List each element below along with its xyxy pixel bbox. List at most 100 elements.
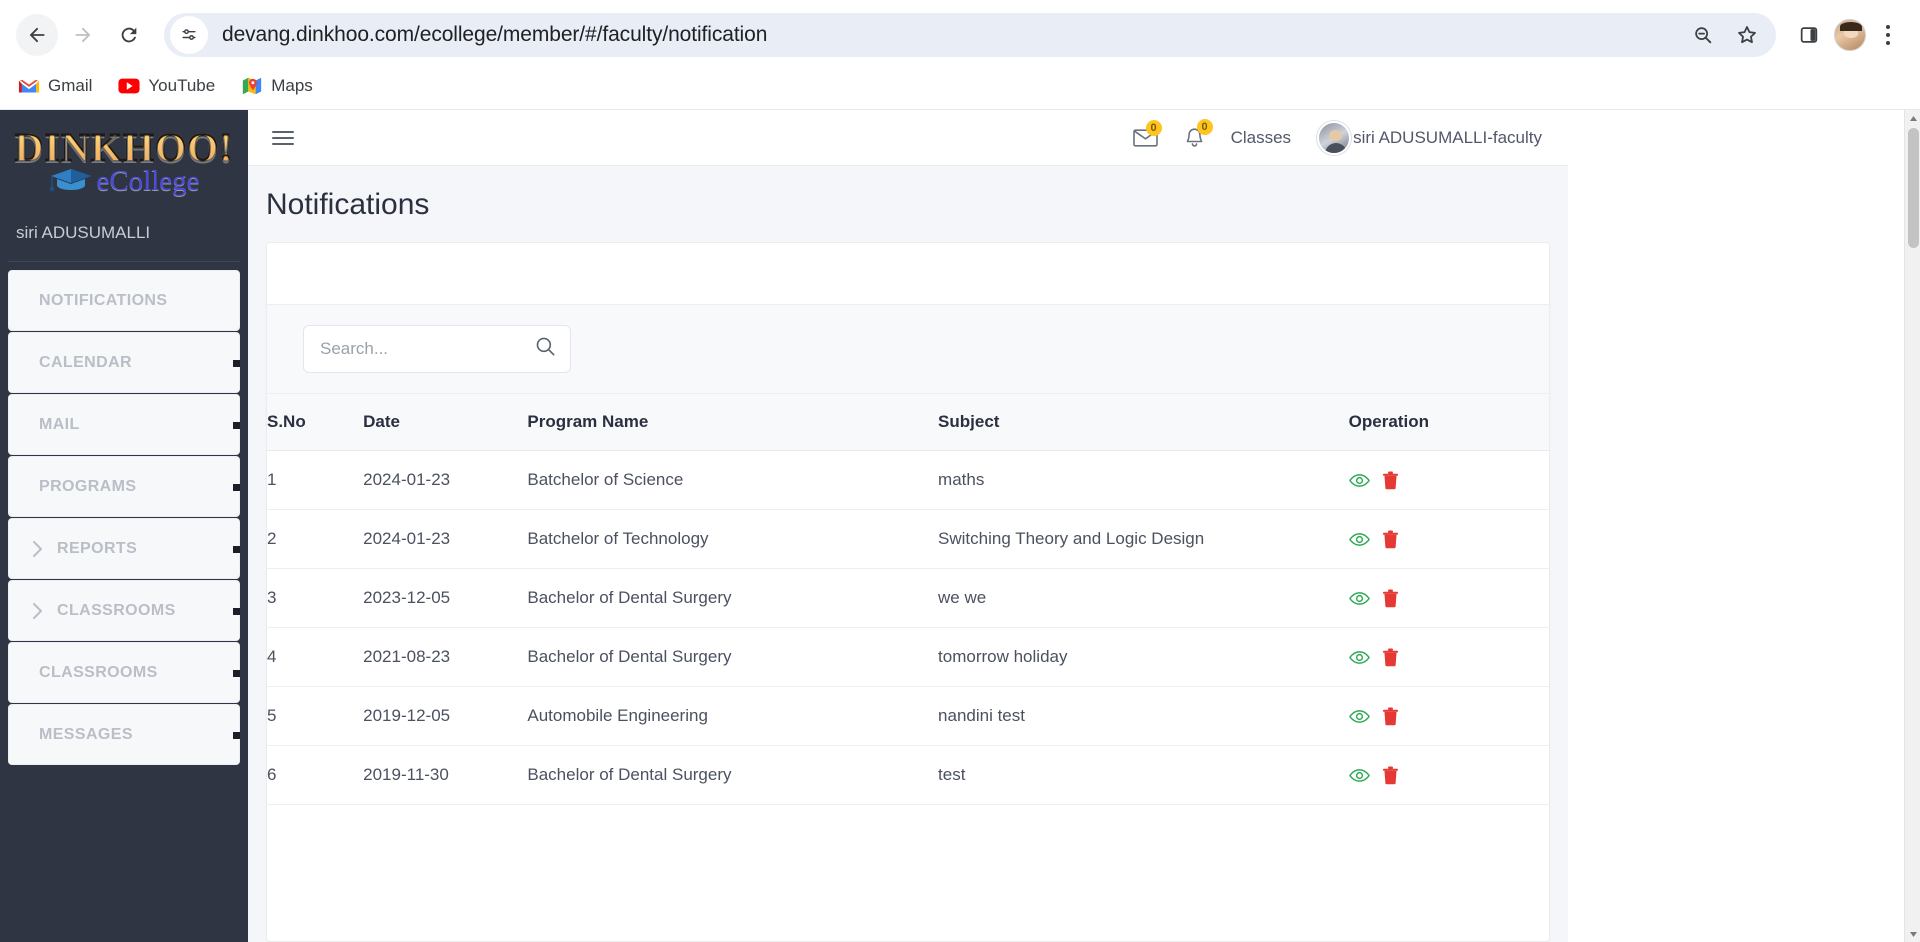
search-input[interactable]: [320, 339, 535, 359]
cell-sno: 5: [267, 686, 364, 746]
cell-program: Bachelor of Dental Surgery: [527, 568, 939, 628]
site-settings-icon: [182, 29, 196, 40]
gmail-icon: [18, 75, 40, 97]
user-menu-label: siri ADUSUMALLI-faculty: [1353, 127, 1542, 147]
trash-icon[interactable]: [1382, 766, 1399, 785]
sidebar-item-label: REPORTS: [57, 539, 138, 557]
forward-arrow-icon: [75, 27, 91, 43]
app-logo[interactable]: DINKHOO! eCollege: [0, 110, 248, 207]
cell-program: Batchelor of Technology: [527, 509, 939, 569]
sidebar-item-notifications[interactable]: NOTIFICATIONS: [8, 270, 240, 331]
table-row: 4 2021-08-23 Bachelor of Dental Surgery …: [267, 627, 1549, 687]
zoom-out-icon: [1695, 27, 1712, 44]
hamburger-icon[interactable]: [272, 130, 294, 145]
logo-wordmark: DINKHOO!: [13, 125, 234, 170]
back-button[interactable]: [16, 14, 58, 56]
cell-date: 2019-11-30: [363, 745, 528, 805]
bookmark-youtube[interactable]: YouTube: [118, 75, 215, 97]
chevron-right-icon: [31, 540, 45, 558]
user-menu[interactable]: siri ADUSUMALLI-faculty: [1317, 120, 1542, 155]
table-row: 3 2023-12-05 Bachelor of Dental Surgery …: [267, 568, 1549, 628]
cell-date: 2023-12-05: [363, 568, 528, 628]
notifications-button[interactable]: 0: [1184, 118, 1213, 149]
search-box[interactable]: [303, 325, 571, 373]
sidebar-item-messages[interactable]: MESSAGES: [8, 704, 240, 765]
cell-subject: maths: [938, 450, 1349, 510]
sidebar-item-calendar[interactable]: CALENDAR: [8, 332, 240, 393]
eye-icon[interactable]: [1348, 768, 1370, 783]
logo-ecollege-text: eCollege: [96, 165, 200, 197]
bookmark-gmail[interactable]: Gmail: [18, 75, 92, 97]
cell-operation: [1348, 568, 1549, 628]
zoom-out-button[interactable]: [1684, 16, 1722, 54]
trash-icon[interactable]: [1382, 471, 1399, 490]
sidebar-item-label: CALENDAR: [39, 353, 132, 371]
bookmark-maps[interactable]: Maps: [241, 75, 313, 97]
sidebar-item-reports[interactable]: REPORTS: [8, 518, 240, 579]
page-title: Notifications: [266, 188, 430, 221]
browser-viewport: DINKHOO! eCollege siri ADUSUMALLI NOTIFI…: [0, 110, 1920, 942]
column-header-date: Date: [363, 394, 528, 451]
browser-chrome: devang.dinkhoo.com/ecollege/member/#/fac…: [0, 0, 1920, 110]
scroll-down-arrow-icon[interactable]: [1905, 926, 1920, 942]
cell-sno: 3: [267, 568, 364, 628]
side-panel-button[interactable]: [1790, 16, 1828, 54]
cell-sno: 4: [267, 627, 364, 687]
notifications-table: S.No Date Program Name Subject Operation…: [267, 394, 1549, 805]
eye-icon[interactable]: [1348, 709, 1370, 724]
sidebar-item-label: MESSAGES: [39, 725, 133, 743]
cell-date: 2019-12-05: [363, 686, 528, 746]
cell-operation: [1348, 745, 1549, 805]
scroll-up-arrow-icon[interactable]: [1905, 110, 1920, 126]
trash-icon[interactable]: [1382, 648, 1399, 667]
eye-icon[interactable]: [1348, 473, 1370, 488]
trash-icon[interactable]: [1382, 589, 1399, 608]
sidebar-item-label: PROGRAMS: [39, 477, 137, 495]
profile-avatar[interactable]: [1834, 19, 1866, 51]
cell-program: Batchelor of Science: [527, 450, 939, 510]
bookmark-button[interactable]: [1728, 16, 1766, 54]
url-text[interactable]: devang.dinkhoo.com/ecollege/member/#/fac…: [208, 23, 1684, 47]
cell-sno: 6: [267, 745, 364, 805]
sidebar-item-classrooms-group[interactable]: CLASSROOMS: [8, 580, 240, 641]
sidebar-item-programs[interactable]: PROGRAMS: [8, 456, 240, 517]
bookmark-label: YouTube: [148, 76, 216, 95]
column-header-sno: S.No: [267, 394, 364, 451]
table-header-row: S.No Date Program Name Subject Operation: [267, 394, 1549, 451]
maps-icon: [241, 75, 263, 97]
row-actions: [1348, 530, 1539, 549]
classes-link[interactable]: Classes: [1231, 128, 1291, 148]
scrollbar-thumb[interactable]: [1908, 128, 1919, 248]
row-actions: [1348, 471, 1539, 490]
notifications-card: S.No Date Program Name Subject Operation…: [266, 242, 1550, 942]
three-dot-menu-icon[interactable]: [1872, 14, 1904, 56]
cell-sno: 1: [267, 450, 364, 510]
sidebar-scrollbar[interactable]: [233, 308, 240, 838]
table-row: 2 2024-01-23 Batchelor of Technology Swi…: [267, 509, 1549, 569]
bookmark-label: Maps: [271, 76, 313, 95]
user-avatar: [1317, 120, 1352, 155]
sidebar-item-classrooms[interactable]: CLASSROOMS: [8, 642, 240, 703]
page-scrollbar[interactable]: [1904, 110, 1920, 942]
cell-operation: [1348, 627, 1549, 687]
search-icon[interactable]: [535, 336, 556, 362]
side-panel-icon: [1800, 27, 1818, 43]
eye-icon[interactable]: [1348, 591, 1370, 606]
reload-icon: [121, 27, 137, 43]
trash-icon[interactable]: [1382, 707, 1399, 726]
eye-icon[interactable]: [1348, 532, 1370, 547]
messages-count-badge: 0: [1145, 120, 1162, 136]
forward-button[interactable]: [62, 14, 104, 56]
site-settings-button[interactable]: [170, 16, 208, 54]
eye-icon[interactable]: [1348, 650, 1370, 665]
sidebar-item-mail[interactable]: MAIL: [8, 394, 240, 455]
cell-subject: we we: [938, 568, 1349, 628]
app-topbar: 0 0 Classes siri ADUSUMALLI-faculty: [248, 110, 1568, 166]
graduation-cap-icon: [48, 164, 94, 199]
cell-subject: nandini test: [938, 686, 1349, 746]
reload-button[interactable]: [108, 14, 150, 56]
column-header-subject: Subject: [938, 394, 1349, 451]
messages-button[interactable]: 0: [1132, 120, 1162, 147]
address-bar[interactable]: devang.dinkhoo.com/ecollege/member/#/fac…: [164, 13, 1776, 57]
trash-icon[interactable]: [1382, 530, 1399, 549]
